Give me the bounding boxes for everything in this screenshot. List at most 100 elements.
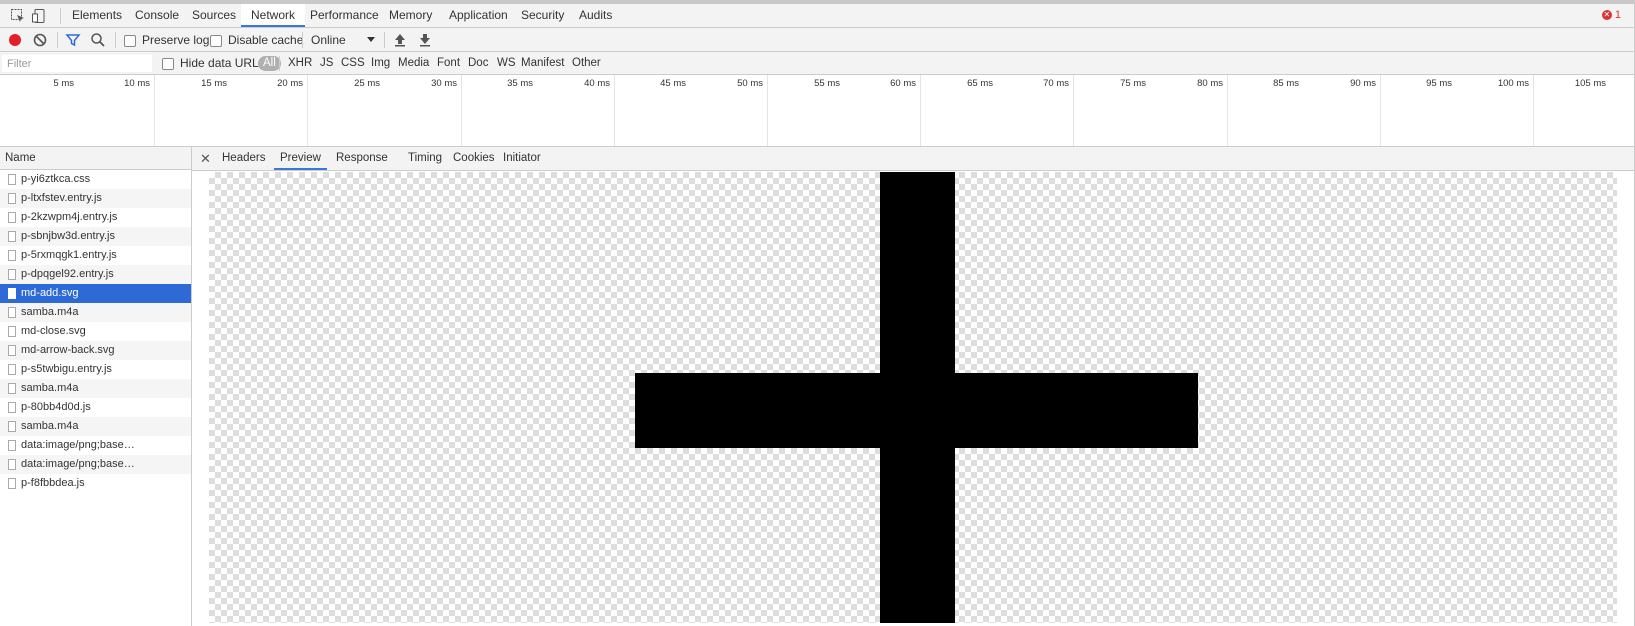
detail-tab-timing[interactable]: Timing (402, 147, 448, 170)
tab-audits[interactable]: Audits (569, 4, 622, 27)
filter-input[interactable] (2, 55, 152, 72)
filter-type-img[interactable]: Img (368, 56, 393, 71)
file-icon (8, 459, 16, 470)
request-row[interactable]: p-sbnjbw3d.entry.js (0, 227, 191, 246)
request-name: data:image/png;base… (21, 439, 135, 451)
request-name: p-dpqgel92.entry.js (21, 268, 114, 280)
file-icon (8, 402, 16, 413)
image-preview (209, 172, 1617, 623)
request-name: p-2kzwpm4j.entry.js (21, 211, 118, 223)
timeline-tick-label: 20 ms (277, 78, 303, 89)
request-row[interactable]: p-80bb4d0d.js (0, 398, 191, 417)
tab-application[interactable]: Application (439, 4, 518, 27)
file-icon (8, 364, 16, 375)
filter-type-ws[interactable]: WS (494, 56, 519, 71)
filter-type-css[interactable]: CSS (338, 56, 368, 71)
request-row[interactable]: p-2kzwpm4j.entry.js (0, 208, 191, 227)
close-icon[interactable]: ✕ (200, 152, 211, 165)
timeline-tick-label: 90 ms (1350, 78, 1376, 89)
request-row[interactable]: samba.m4a (0, 379, 191, 398)
filter-divider (279, 56, 280, 71)
checkbox-box[interactable] (124, 34, 136, 47)
record-icon[interactable] (7, 32, 23, 48)
network-overview-timeline[interactable]: 5 ms 10 ms 15 ms 20 ms 25 ms 30 ms 35 ms 40 ms 4… (0, 75, 1635, 147)
detail-tab-cookies[interactable]: Cookies (447, 147, 501, 170)
request-name: p-sbnjbw3d.entry.js (21, 230, 115, 242)
timeline-tick-label: 65 ms (967, 78, 993, 89)
request-row[interactable]: p-f8fbbdea.js (0, 474, 191, 493)
tab-network[interactable]: Network (241, 4, 306, 27)
tab-sources[interactable]: Sources (182, 4, 246, 27)
toolbar-divider (302, 32, 303, 48)
request-name: p-s5twbigu.entry.js (21, 363, 112, 375)
filter-type-font[interactable]: Font (434, 56, 463, 71)
request-row[interactable]: p-s5twbigu.entry.js (0, 360, 191, 379)
file-icon (8, 212, 16, 223)
name-column-header[interactable]: Name (0, 147, 191, 170)
detail-tab-response[interactable]: Response (330, 147, 394, 170)
hide-data-urls-checkbox[interactable]: Hide data URLs (162, 56, 265, 70)
detail-tab-initiator[interactable]: Initiator (497, 147, 547, 170)
preserve-log-label: Preserve log (142, 33, 210, 47)
timeline-gridline (307, 75, 308, 146)
request-name: samba.m4a (21, 306, 79, 318)
disable-cache-label: Disable cache (228, 33, 304, 47)
request-row[interactable]: samba.m4a (0, 303, 191, 322)
filter-type-js[interactable]: JS (317, 56, 336, 71)
disable-cache-checkbox[interactable]: Disable cache (210, 33, 303, 47)
error-counter[interactable]: ✕ 1 (1601, 9, 1621, 21)
request-rows: p-yi6ztkca.css p-ltxfstev.entry.js p-2kzwp… (0, 170, 191, 493)
throttle-value: Online (311, 33, 346, 47)
timeline-tick-label: 35 ms (507, 78, 533, 89)
tab-elements[interactable]: Elements (62, 4, 132, 27)
search-icon[interactable] (90, 32, 106, 48)
inspect-icon[interactable] (10, 8, 26, 24)
request-name: md-add.svg (21, 287, 79, 299)
tab-console[interactable]: Console (125, 4, 189, 27)
request-row[interactable]: samba.m4a (0, 417, 191, 436)
file-icon (8, 440, 16, 451)
detail-tab-headers[interactable]: Headers (216, 147, 271, 170)
filter-bar: Hide data URLs All XHRJSCSSImgMediaFontDo… (0, 52, 1635, 75)
device-toggle-icon[interactable] (31, 8, 47, 24)
request-row[interactable]: p-yi6ztkca.css (0, 170, 191, 189)
clear-icon[interactable] (32, 32, 48, 48)
request-list: Name p-yi6ztkca.css p-ltxfstev.entry.js p-… (0, 147, 192, 626)
timeline-gridline (154, 75, 155, 146)
tab-security[interactable]: Security (511, 4, 574, 27)
filter-type-doc[interactable]: Doc (465, 56, 491, 71)
tab-memory[interactable]: Memory (379, 4, 442, 27)
request-row[interactable]: data:image/png;base… (0, 436, 191, 455)
request-detail-pane: ✕ Headers Preview Response Timing Cookies Ini… (192, 147, 1635, 626)
timeline-tick-label: 15 ms (201, 78, 227, 89)
request-row[interactable]: md-arrow-back.svg (0, 341, 191, 360)
timeline-gridline (1227, 75, 1228, 146)
network-toolbar: Preserve log Disable cache Online (0, 28, 1635, 52)
request-name: md-close.svg (21, 325, 86, 337)
request-row[interactable]: md-close.svg (0, 322, 191, 341)
preserve-log-checkbox[interactable]: Preserve log (124, 33, 209, 47)
upload-icon[interactable] (392, 32, 408, 48)
request-row[interactable]: p-ltxfstev.entry.js (0, 189, 191, 208)
timeline-tick-label: 40 ms (584, 78, 610, 89)
detail-tab-bar: ✕ Headers Preview Response Timing Cookies Ini… (192, 147, 1635, 171)
filter-type-all[interactable]: All (258, 56, 281, 71)
request-row[interactable]: p-dpqgel92.entry.js (0, 265, 191, 284)
filter-type-manifest[interactable]: Manifest (518, 56, 567, 71)
request-row[interactable]: data:image/png;base… (0, 455, 191, 474)
request-row[interactable]: md-add.svg (0, 284, 191, 303)
throttle-select[interactable]: Online (311, 32, 375, 48)
filter-type-other[interactable]: Other (569, 56, 604, 71)
checkbox-box[interactable] (162, 57, 174, 70)
download-icon[interactable] (417, 32, 433, 48)
checkbox-box[interactable] (210, 34, 222, 47)
timeline-tick-label: 105 ms (1574, 78, 1606, 89)
filter-type-xhr[interactable]: XHR (285, 56, 315, 71)
file-icon (8, 231, 16, 242)
filter-type-media[interactable]: Media (395, 56, 432, 71)
request-row[interactable]: p-5rxmqgk1.entry.js (0, 246, 191, 265)
filter-icon[interactable] (65, 32, 81, 48)
file-icon (8, 174, 16, 185)
tab-performance[interactable]: Performance (300, 4, 389, 27)
detail-tab-preview[interactable]: Preview (274, 147, 327, 170)
